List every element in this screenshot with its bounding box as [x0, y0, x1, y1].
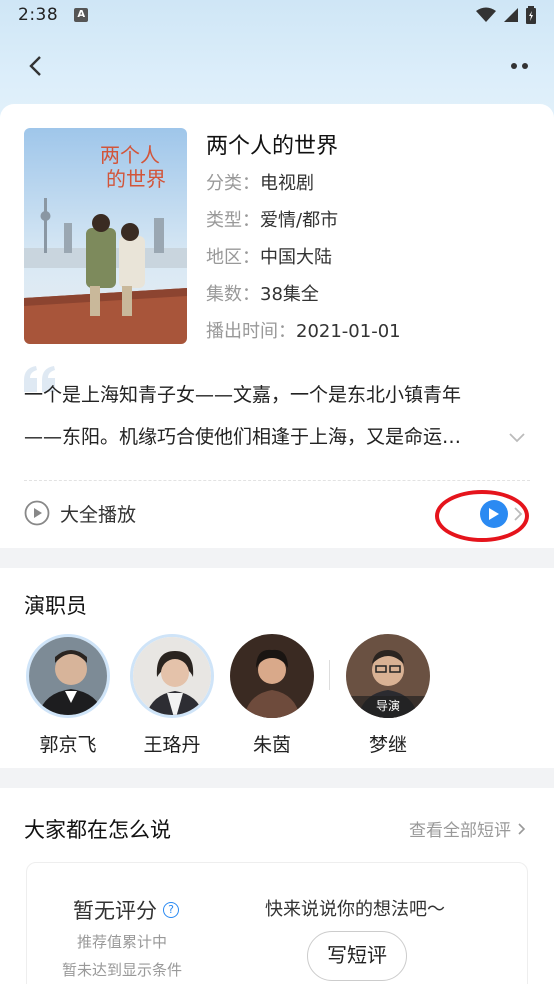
status-time: 2:38 — [18, 5, 59, 25]
svg-text:的世界: 的世界 — [106, 167, 166, 191]
write-review-button[interactable]: 写短评 — [307, 931, 407, 981]
chevron-right-icon — [518, 822, 526, 835]
cast-member[interactable]: 朱茵 — [228, 634, 316, 757]
cast-name: 郭京飞 — [39, 734, 97, 756]
avatar — [230, 634, 314, 718]
no-score-label: 暂无评分 — [73, 899, 157, 923]
meta-value: 爱情/都市 — [260, 210, 339, 231]
meta-row: 播出时间：2021-01-01 — [206, 314, 536, 351]
meta-key: 分类： — [206, 173, 260, 194]
description-line: 一个是上海知青子女——文嘉，一个是东北小镇青年 — [24, 384, 462, 406]
rating-note: 暂未达到显示条件 — [61, 961, 182, 979]
see-all-label: 查看全部短评 — [409, 821, 511, 841]
show-meta: 两个人的世界 分类：电视剧 类型：爱情/都市 地区：中国大陆 集数：38集全 播… — [206, 128, 536, 351]
description-line: ——东阳。机缘巧合使他们相逢于上海，又是命运… — [24, 426, 462, 448]
help-icon[interactable]: ? — [163, 902, 179, 918]
review-prompt: 快来说说你的想法吧～ — [265, 899, 445, 920]
cast-member[interactable]: 导演 梦继 — [344, 634, 432, 757]
more-dots-icon — [521, 63, 528, 69]
cast-name: 梦继 — [368, 734, 407, 756]
cast-section-title: 演职员 — [24, 594, 87, 618]
cast-name: 王珞丹 — [143, 734, 201, 756]
divider — [24, 480, 530, 481]
signal-icon — [504, 8, 518, 22]
meta-key: 播出时间： — [206, 321, 296, 342]
play-circle-icon — [24, 500, 50, 526]
rating-note: 推荐值累计中 — [76, 933, 167, 951]
chevron-left-icon — [29, 56, 41, 76]
cast-name: 朱茵 — [252, 734, 291, 756]
show-title: 两个人的世界 — [206, 134, 339, 159]
reviews-card: 大家都在怎么说 查看全部短评 暂无评分 ? 推荐值累计中 暂未达到显示条件 快来… — [0, 788, 554, 984]
show-poster[interactable]: 两个人 的世界 — [24, 128, 187, 344]
meta-value: 中国大陆 — [260, 247, 332, 268]
meta-value: 2021-01-01 — [296, 321, 401, 342]
nav-bar — [0, 40, 554, 92]
avatar: 导演 — [346, 634, 430, 718]
see-all-reviews-link[interactable]: 查看全部短评 — [409, 816, 526, 841]
meta-row: 分类：电视剧 — [206, 166, 536, 203]
reviews-section-title: 大家都在怎么说 — [24, 818, 171, 842]
meta-row: 类型：爱情/都市 — [206, 203, 536, 240]
poster-title-art: 两个人 — [100, 143, 160, 167]
play-all-label: 大全播放 — [60, 503, 137, 526]
rating-status: 暂无评分 ? — [73, 895, 179, 925]
cast-divider — [329, 660, 330, 690]
wifi-icon — [476, 7, 496, 22]
back-button[interactable] — [20, 51, 50, 81]
meta-key: 地区： — [206, 247, 260, 268]
meta-key: 集数： — [206, 284, 260, 305]
avatar — [130, 634, 214, 718]
cast-member[interactable]: 王珞丹 — [128, 634, 216, 757]
highlight-annotation — [435, 490, 529, 542]
expand-chevron-icon[interactable] — [508, 432, 526, 444]
meta-key: 类型： — [206, 210, 260, 231]
meta-row: 地区：中国大陆 — [206, 240, 536, 277]
show-info-card: 两个人 的世界 两个人的世界 分类：电视剧 类型：爱情/都市 地区：中国大陆 集… — [0, 104, 554, 548]
status-bar: 2:38 A — [0, 0, 554, 30]
review-summary-box: 暂无评分 ? 推荐值累计中 暂未达到显示条件 快来说说你的想法吧～ 写短评 — [26, 862, 528, 984]
more-options-button[interactable] — [504, 51, 534, 81]
meta-row: 集数：38集全 — [206, 277, 536, 314]
show-description[interactable]: 一个是上海知青子女——文嘉，一个是东北小镇青年 ——东阳。机缘巧合使他们相逢于上… — [24, 374, 530, 458]
battery-icon — [526, 6, 536, 24]
cast-list: 郭京飞 王珞丹 朱茵 导演 梦继 — [24, 634, 534, 757]
meta-value: 38集全 — [260, 284, 319, 305]
notification-icon: A — [74, 8, 89, 22]
cast-card: 演职员 郭京飞 王珞丹 朱茵 导演 梦继 — [0, 568, 554, 768]
poster-image: 两个人 的世界 — [24, 128, 187, 344]
avatar — [26, 634, 110, 718]
meta-value: 电视剧 — [260, 173, 314, 194]
more-dots-icon — [510, 63, 517, 69]
director-badge: 导演 — [346, 696, 430, 718]
cast-member[interactable]: 郭京飞 — [24, 634, 112, 757]
play-all-button[interactable]: 大全播放 — [24, 496, 136, 530]
